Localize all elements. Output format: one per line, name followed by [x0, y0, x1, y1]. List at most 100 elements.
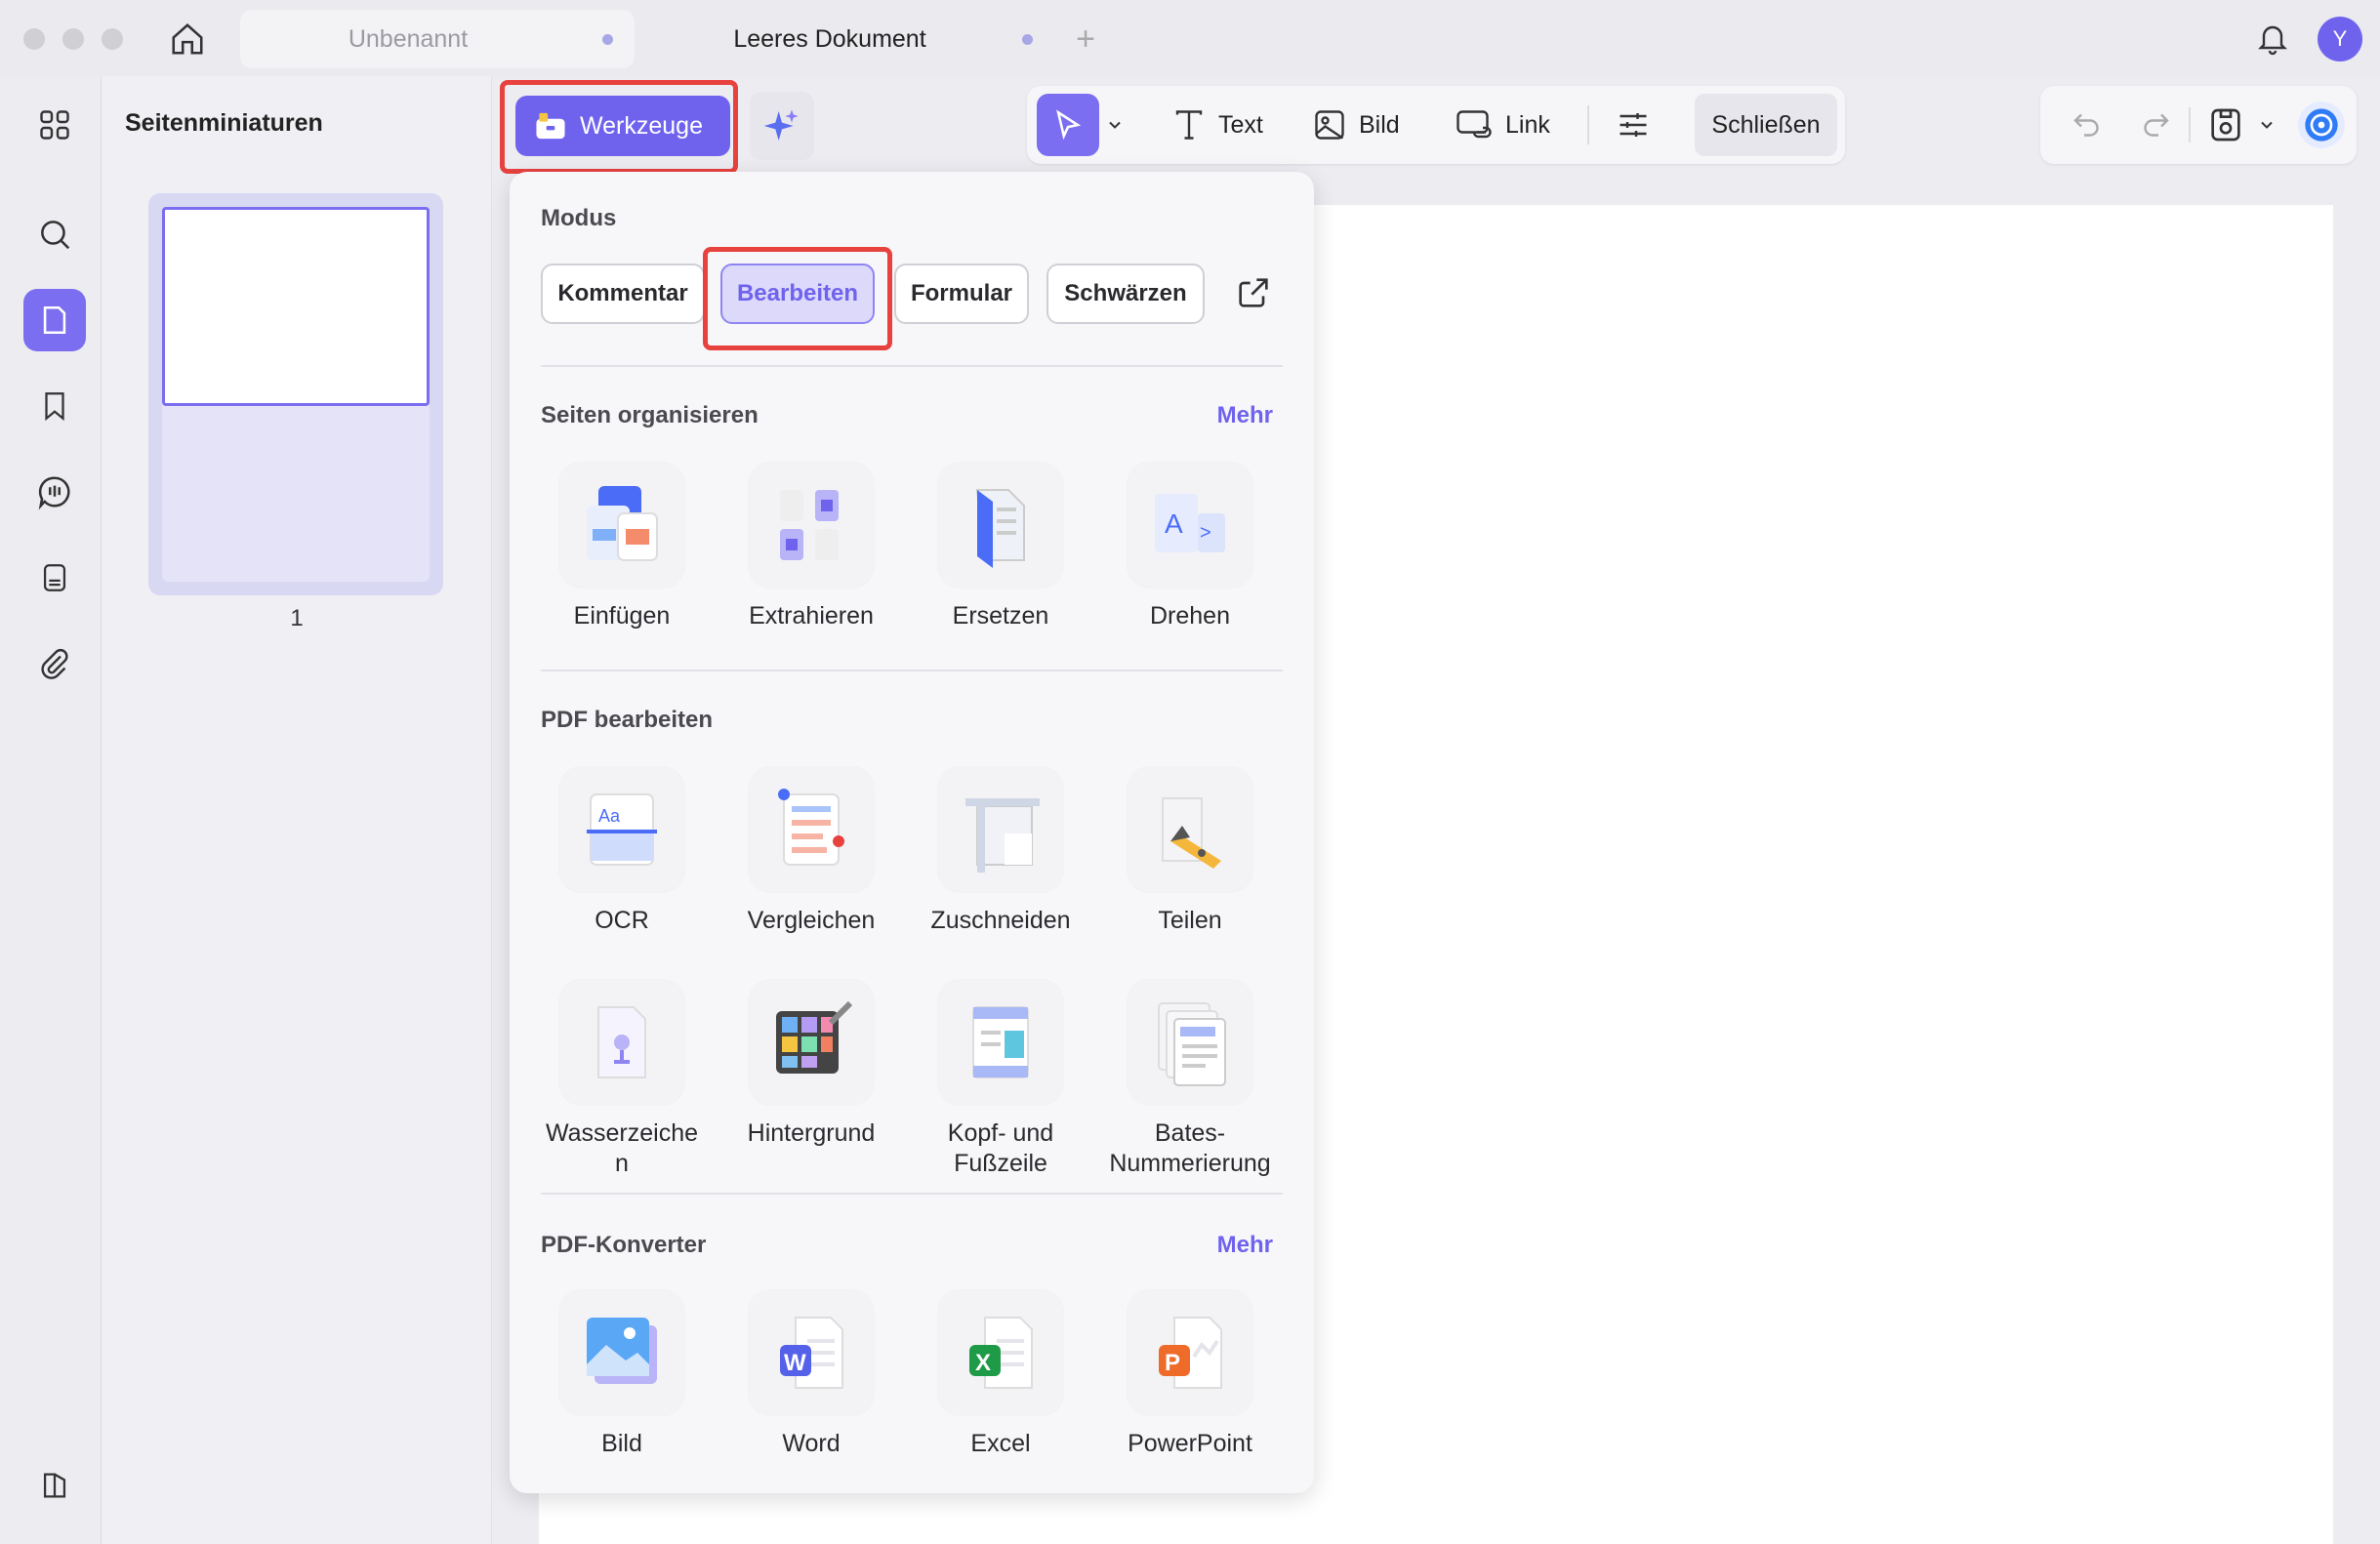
thumbnail-panel: Seitenminiaturen 1 [102, 76, 492, 1544]
tool-einfuegen[interactable]: Einfügen [529, 463, 715, 631]
text-tool-label: Text [1218, 110, 1263, 139]
link-tool-button[interactable]: Link [1455, 96, 1550, 154]
tool-label: Drehen [1150, 602, 1230, 630]
tool-label: Excel [970, 1430, 1031, 1457]
svg-text:P: P [1165, 1350, 1180, 1376]
tool-convert-powerpoint[interactable]: P PowerPoint [1097, 1290, 1283, 1459]
highlight-box [703, 247, 892, 350]
tool-extrahieren[interactable]: Extrahieren [718, 463, 904, 631]
converter-more-link[interactable]: Mehr [1217, 1232, 1273, 1259]
close-edit-button[interactable]: Schließen [1695, 94, 1837, 156]
cursor-icon [1056, 109, 1082, 141]
chevron-down-icon [2261, 121, 2273, 129]
sliders-icon [1620, 113, 1647, 137]
tool-label: Extrahieren [749, 602, 874, 630]
ai-chat-button[interactable] [2298, 102, 2345, 148]
properties-button[interactable] [1609, 96, 1658, 154]
insert-pages-icon [559, 463, 684, 588]
svg-text:>: > [1200, 522, 1211, 544]
tool-convert-excel[interactable]: X Excel [908, 1290, 1093, 1459]
split-icon [1128, 767, 1252, 892]
replace-pages-icon [938, 463, 1063, 588]
bates-numbering-icon [1128, 980, 1252, 1105]
title-bar: Unbenannt Leeres Dokument + Y [0, 0, 2380, 76]
home-button[interactable] [164, 18, 211, 61]
redo-icon [2144, 113, 2169, 137]
undo-icon [2073, 113, 2099, 137]
svg-text:W: W [784, 1350, 806, 1376]
mode-schwaerzen-button[interactable]: Schwärzen [1046, 264, 1205, 324]
select-tool-button[interactable] [1037, 94, 1099, 156]
tool-ersetzen[interactable]: Ersetzen [908, 463, 1093, 631]
tool-kopf-fusszeile[interactable]: Kopf- und Fußzeile [908, 980, 1093, 1179]
notifications-button[interactable] [2251, 18, 2294, 61]
mode-formular-button[interactable]: Formular [894, 264, 1029, 324]
word-convert-icon: W [749, 1290, 874, 1415]
tool-vergleichen[interactable]: Vergleichen [718, 767, 904, 936]
thumbnail-page [162, 207, 430, 582]
chevron-down-icon [1109, 121, 1121, 129]
link-icon [1457, 110, 1492, 139]
organize-more-link[interactable]: Mehr [1217, 402, 1273, 429]
tool-label: Teilen [1158, 907, 1222, 934]
plus-icon: + [1076, 20, 1095, 58]
tool-hintergrund[interactable]: Hintergrund [718, 980, 904, 1149]
panel-toggle-icon [43, 1473, 66, 1498]
background-icon [749, 980, 874, 1105]
window-close-button[interactable] [23, 28, 45, 50]
tool-label: Vergleichen [747, 907, 876, 934]
search-button[interactable] [23, 203, 86, 265]
external-link-icon [1239, 278, 1268, 307]
converter-section-title: PDF-Konverter [541, 1232, 707, 1258]
image-tool-button[interactable]: Bild [1312, 96, 1400, 154]
powerpoint-convert-icon: P [1128, 1290, 1252, 1415]
window-zoom-button[interactable] [102, 28, 123, 50]
tool-convert-word[interactable]: W Word [718, 1290, 904, 1459]
tab-leeres-dokument[interactable]: Leeres Dokument [664, 10, 1054, 68]
select-tool-dropdown[interactable] [1105, 96, 1134, 154]
header-footer-icon [938, 980, 1063, 1105]
tool-ocr[interactable]: Aa OCR [529, 767, 715, 936]
avatar[interactable]: Y [2318, 17, 2362, 61]
new-tab-button[interactable]: + [1064, 18, 1107, 61]
tool-drehen[interactable]: A > Drehen [1097, 463, 1283, 631]
forms-button[interactable] [23, 547, 86, 609]
tool-label: OCR [595, 907, 649, 934]
thumbnails-button[interactable] [23, 289, 86, 351]
tab-unbenannt[interactable]: Unbenannt [240, 10, 635, 68]
home-icon [172, 23, 203, 55]
image-convert-icon [559, 1290, 684, 1415]
save-options-dropdown[interactable] [2257, 115, 2277, 140]
unsaved-dot-icon [602, 33, 613, 45]
save-button[interactable] [2206, 105, 2245, 149]
tool-wasserzeichen[interactable]: Wasserzeiche n [529, 980, 715, 1179]
sidebar-toggle-button[interactable] [23, 1454, 86, 1517]
tool-convert-bild[interactable]: Bild [529, 1290, 715, 1459]
tool-teilen[interactable]: Teilen [1097, 767, 1283, 936]
bookmark-icon [45, 392, 64, 422]
bookmarks-button[interactable] [23, 375, 86, 437]
page-thumbnail[interactable] [148, 193, 443, 595]
comments-button[interactable] [23, 461, 86, 523]
ai-assistant-button[interactable] [750, 92, 814, 160]
window-minimize-button[interactable] [62, 28, 84, 50]
document-actions-toolbar [2040, 86, 2357, 164]
text-tool-button[interactable]: Text [1171, 96, 1263, 154]
search-icon [41, 221, 70, 250]
edit-section-title: PDF bearbeiten [541, 707, 714, 733]
tool-bates-nummerierung[interactable]: Bates- Nummerierung [1097, 980, 1283, 1179]
tool-label: Ersetzen [952, 602, 1049, 630]
apps-button[interactable] [23, 94, 86, 156]
attachments-button[interactable] [23, 632, 86, 695]
panel-title: Seitenminiaturen [125, 109, 323, 137]
undo-button[interactable] [2070, 107, 2105, 147]
tab-label: Unbenannt [348, 24, 469, 53]
section-divider [541, 365, 1283, 367]
form-icon [43, 564, 66, 591]
redo-button[interactable] [2138, 107, 2173, 147]
excel-convert-icon: X [938, 1290, 1063, 1415]
tool-zuschneiden[interactable]: Zuschneiden [908, 767, 1093, 936]
open-mode-button[interactable] [1234, 273, 1273, 317]
mode-kommentar-button[interactable]: Kommentar [541, 264, 705, 324]
tool-label: Bild [601, 1430, 642, 1457]
